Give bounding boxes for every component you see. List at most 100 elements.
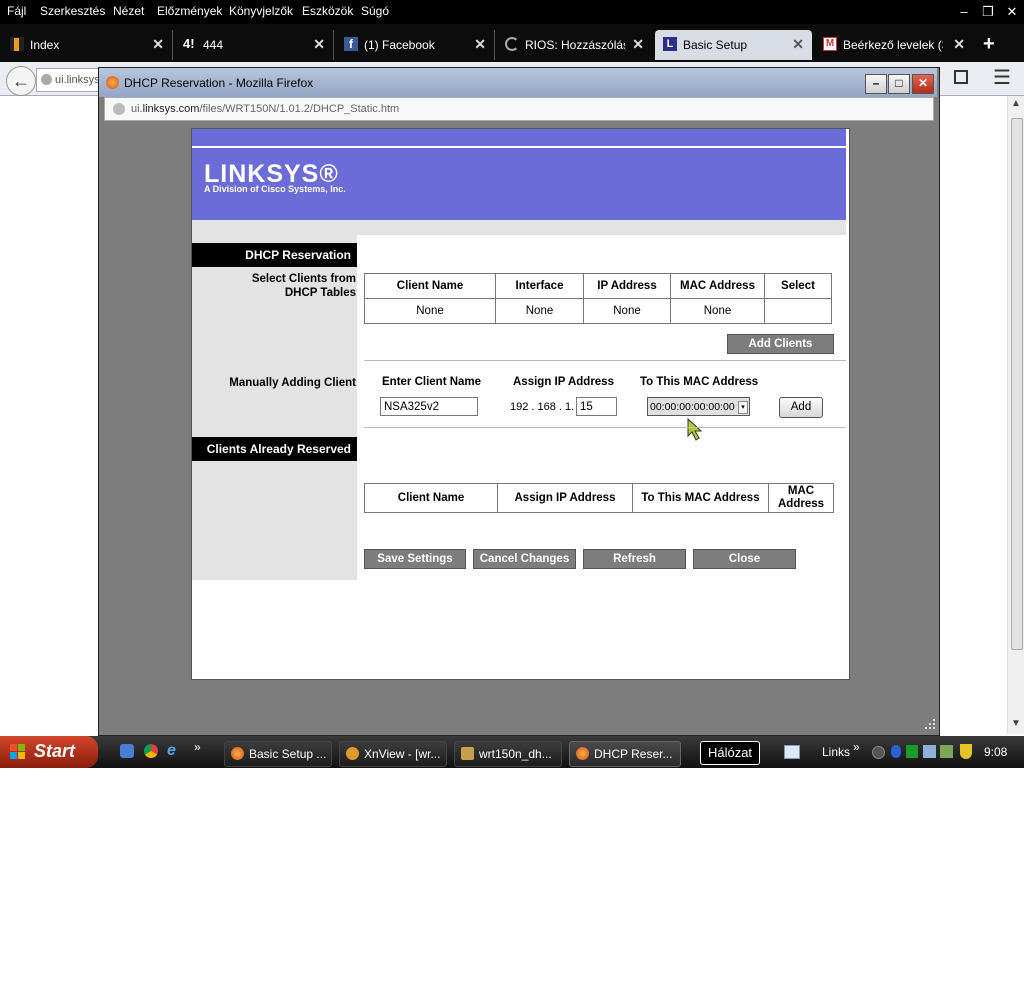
tray-expand-icon[interactable] (872, 746, 885, 759)
tab-444[interactable]: 4! 444 ✕ (175, 30, 334, 60)
taskbar-xnview[interactable]: XnView - [wr... (339, 741, 447, 767)
restore-icon[interactable]: ❐ (979, 3, 997, 20)
arrow-left-icon: ← (12, 71, 30, 91)
menu-tools[interactable]: Eszközök (302, 4, 353, 18)
tab-facebook[interactable]: f (1) Facebook ✕ (336, 30, 495, 60)
dhcp-clients-table: Client Name Interface IP Address MAC Add… (364, 273, 832, 324)
section-dhcp-reservation: DHCP Reservation (192, 243, 357, 267)
ip-prefix: 192 . 168 . 1. (510, 401, 575, 413)
hamburger-menu-icon[interactable]: ☰ (993, 65, 1011, 90)
assign-ip-label: Assign IP Address (513, 376, 614, 388)
close-icon[interactable]: ✕ (1003, 3, 1021, 20)
gmail-icon: M (823, 37, 837, 51)
table-row: None None None None (364, 298, 832, 324)
security-shield-icon[interactable] (960, 744, 972, 759)
scrollbar-thumb[interactable] (1011, 118, 1023, 650)
index-icon (10, 37, 24, 51)
network-icon[interactable] (923, 745, 936, 758)
explorer-icon[interactable] (120, 744, 134, 758)
popup-minimize-button[interactable]: – (865, 74, 887, 94)
tab-bar: Index ✕ 4! 444 ✕ f (1) Facebook ✕ RIOS: … (0, 24, 1024, 62)
close-tab-icon[interactable]: ✕ (313, 36, 325, 53)
chevron-icon[interactable]: » (853, 740, 860, 754)
linksys-icon: L (663, 37, 677, 51)
mac-address-input[interactable]: 00:00:00:00:00:00 ▾ (647, 397, 750, 416)
firefox-icon (231, 747, 244, 760)
dropdown-arrow-icon: ▾ (738, 401, 748, 414)
close-button[interactable]: Close (693, 549, 796, 569)
popup-url-bar[interactable]: ui.linksys.com/files/WRT150N/1.01.2/DHCP… (104, 97, 934, 121)
chrome-icon[interactable] (144, 744, 158, 758)
header-stripe (192, 129, 846, 146)
ip-last-octet-input[interactable]: 15 (576, 397, 617, 416)
popup-maximize-button[interactable]: □ (888, 74, 910, 94)
tray-app-icon[interactable] (906, 745, 918, 758)
globe-icon (113, 103, 125, 115)
chevron-icon[interactable]: » (194, 740, 201, 754)
taskbar-paint[interactable]: wrt150n_dh... (454, 741, 562, 767)
divider (364, 427, 846, 428)
divider (364, 360, 846, 361)
ie-icon[interactable]: e (167, 742, 176, 760)
facebook-icon: f (344, 37, 358, 51)
taskbar-dhcp-reservation[interactable]: DHCP Reser... (569, 741, 681, 767)
scroll-up-icon[interactable]: ▲ (1011, 98, 1021, 109)
close-tab-icon[interactable]: ✕ (474, 36, 486, 53)
tab-gmail[interactable]: M Beérkező levelek (3... ✕ (815, 30, 973, 60)
table-header-row: Client Name Interface IP Address MAC Add… (364, 273, 832, 299)
menu-history[interactable]: Előzmények (157, 4, 222, 18)
minimize-icon[interactable]: – (955, 3, 973, 20)
loading-icon (505, 37, 519, 51)
menu-bookmarks[interactable]: Könyvjelzők (229, 4, 293, 18)
enter-client-name-label: Enter Client Name (382, 376, 482, 388)
tab-rios[interactable]: RIOS: Hozzászólás ... ✕ (497, 30, 652, 60)
windows-flag-icon (10, 744, 25, 759)
section-clients-reserved: Clients Already Reserved (192, 437, 357, 461)
tab-basic-setup[interactable]: L Basic Setup ✕ (655, 30, 812, 60)
close-tab-icon[interactable]: ✕ (792, 36, 804, 53)
bluetooth-icon[interactable] (891, 745, 901, 758)
firefox-icon (576, 747, 589, 760)
menu-help[interactable]: Súgó (361, 4, 389, 18)
444-logo-icon: 4! (183, 36, 195, 51)
add-button[interactable]: Add (779, 397, 823, 418)
popup-close-button[interactable]: ✕ (912, 74, 934, 94)
menu-file[interactable]: Fájl (7, 4, 26, 18)
scroll-down-icon[interactable]: ▼ (1011, 718, 1021, 729)
xnview-icon (346, 747, 359, 760)
start-button[interactable]: Start (0, 736, 98, 768)
close-tab-icon[interactable]: ✕ (632, 36, 644, 53)
select-clients-label: Select Clients from DHCP Tables (251, 273, 356, 299)
save-settings-button[interactable]: Save Settings (364, 549, 466, 569)
menu-bar: Fájl Szerkesztés Nézet Előzmények Könyvj… (0, 0, 1024, 24)
firefox-icon (106, 76, 119, 89)
links-toolbar[interactable]: Links (822, 745, 850, 759)
globe-icon (41, 74, 52, 85)
reader-icon[interactable] (954, 70, 968, 84)
page-scrollbar[interactable]: ▲ ▼ (1007, 96, 1024, 734)
refresh-button[interactable]: Refresh (583, 549, 686, 569)
client-name-input[interactable]: NSA325v2 (380, 397, 478, 416)
menu-view[interactable]: Nézet (113, 4, 144, 18)
popup-titlebar[interactable]: DHCP Reservation - Mozilla Firefox – □ ✕ (99, 68, 937, 97)
resize-grip-icon[interactable] (924, 718, 936, 730)
volume-icon[interactable] (940, 745, 953, 758)
reserved-clients-table: Client Name Assign IP Address To This MA… (364, 483, 834, 513)
table-header-row: Client Name Assign IP Address To This MA… (364, 483, 834, 513)
back-button[interactable]: ← (6, 66, 36, 96)
clock[interactable]: 9:08 (984, 745, 1007, 759)
mouse-cursor-icon (687, 418, 703, 441)
taskbar-basic-setup[interactable]: Basic Setup ... (224, 741, 332, 767)
toolbar-right: ☰ (940, 66, 1024, 92)
cancel-changes-button[interactable]: Cancel Changes (473, 549, 576, 569)
close-tab-icon[interactable]: ✕ (152, 36, 164, 53)
tab-index[interactable]: Index ✕ (2, 30, 173, 60)
add-clients-button[interactable]: Add Clients (727, 334, 834, 354)
logo-subtitle: A Division of Cisco Systems, Inc. (204, 184, 346, 194)
paint-icon (461, 747, 474, 760)
to-mac-label: To This MAC Address (640, 376, 759, 388)
menu-edit[interactable]: Szerkesztés (40, 4, 105, 18)
mail-icon[interactable] (784, 745, 800, 759)
close-tab-icon[interactable]: ✕ (953, 36, 965, 53)
new-tab-icon[interactable]: + (983, 33, 995, 56)
